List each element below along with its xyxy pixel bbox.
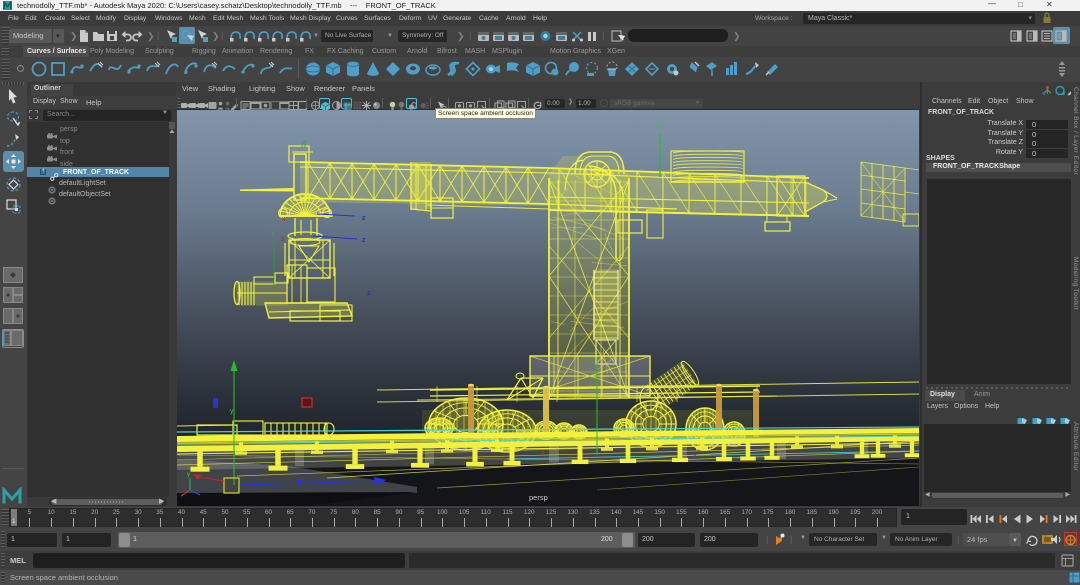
svg-text:y: y (230, 408, 234, 415)
svg-text:y: y (187, 472, 190, 478)
svg-text:x: x (541, 450, 544, 456)
svg-text:z: z (367, 290, 371, 297)
svg-text:y: y (301, 140, 305, 147)
svg-text:y: y (656, 123, 660, 130)
svg-text:y: y (271, 229, 275, 236)
svg-text:z: z (362, 215, 366, 222)
svg-text:x: x (282, 216, 286, 223)
svg-text:x: x (281, 236, 285, 243)
svg-text:z: z (362, 237, 366, 244)
svg-text:persp: persp (529, 493, 548, 502)
